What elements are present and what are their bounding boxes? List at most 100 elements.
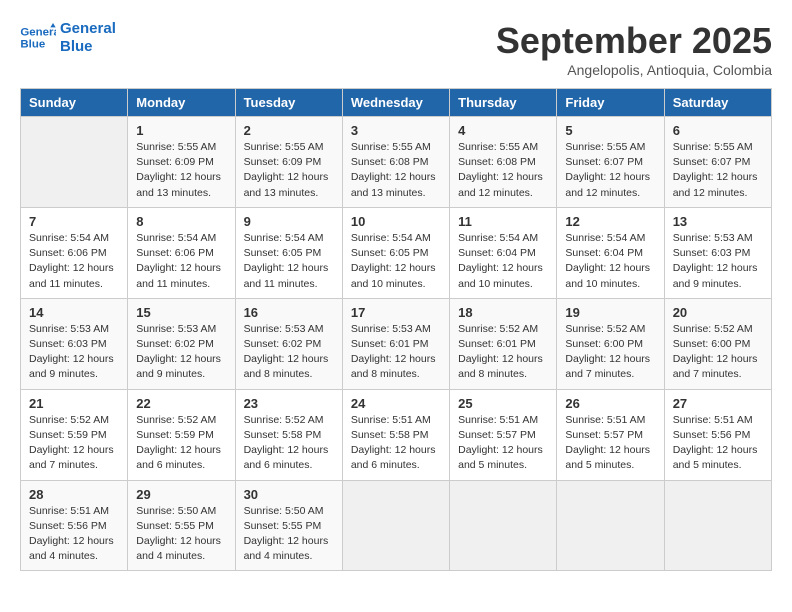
calendar-cell: 22 Sunrise: 5:52 AM Sunset: 5:59 PM Dayli… <box>128 389 235 480</box>
logo-icon: General Blue <box>20 23 56 53</box>
day-info: Sunrise: 5:50 AM Sunset: 5:55 PM Dayligh… <box>136 504 226 565</box>
calendar-cell: 12 Sunrise: 5:54 AM Sunset: 6:04 PM Dayli… <box>557 207 664 298</box>
day-number: 9 <box>244 214 334 229</box>
day-number: 21 <box>29 396 119 411</box>
day-info: Sunrise: 5:53 AM Sunset: 6:03 PM Dayligh… <box>673 231 763 292</box>
calendar-cell: 18 Sunrise: 5:52 AM Sunset: 6:01 PM Dayli… <box>450 298 557 389</box>
day-number: 30 <box>244 487 334 502</box>
day-number: 2 <box>244 123 334 138</box>
title-area: September 2025 Angelopolis, Antioquia, C… <box>496 20 772 78</box>
weekday-header-wednesday: Wednesday <box>342 89 449 117</box>
week-row-5: 28 Sunrise: 5:51 AM Sunset: 5:56 PM Dayli… <box>21 480 772 571</box>
day-info: Sunrise: 5:51 AM Sunset: 5:56 PM Dayligh… <box>673 413 763 474</box>
day-info: Sunrise: 5:52 AM Sunset: 6:00 PM Dayligh… <box>673 322 763 383</box>
day-info: Sunrise: 5:54 AM Sunset: 6:06 PM Dayligh… <box>29 231 119 292</box>
day-info: Sunrise: 5:53 AM Sunset: 6:03 PM Dayligh… <box>29 322 119 383</box>
day-number: 28 <box>29 487 119 502</box>
day-info: Sunrise: 5:54 AM Sunset: 6:06 PM Dayligh… <box>136 231 226 292</box>
day-number: 10 <box>351 214 441 229</box>
calendar-cell: 15Sunrise: 5:53 AM Sunset: 6:02 PM Dayli… <box>128 298 235 389</box>
day-number: 26 <box>565 396 655 411</box>
calendar-cell: 8Sunrise: 5:54 AM Sunset: 6:06 PM Daylig… <box>128 207 235 298</box>
location-subtitle: Angelopolis, Antioquia, Colombia <box>496 62 772 78</box>
day-info: Sunrise: 5:55 AM Sunset: 6:08 PM Dayligh… <box>458 140 548 201</box>
week-row-2: 7 Sunrise: 5:54 AM Sunset: 6:06 PM Daylig… <box>21 207 772 298</box>
day-number: 19 <box>565 305 655 320</box>
day-info: Sunrise: 5:52 AM Sunset: 5:59 PM Dayligh… <box>29 413 119 474</box>
weekday-header-tuesday: Tuesday <box>235 89 342 117</box>
calendar-cell: 9 Sunrise: 5:54 AM Sunset: 6:05 PM Daylig… <box>235 207 342 298</box>
day-info: Sunrise: 5:54 AM Sunset: 6:05 PM Dayligh… <box>244 231 334 292</box>
day-number: 14 <box>29 305 119 320</box>
day-number: 4 <box>458 123 548 138</box>
day-info: Sunrise: 5:54 AM Sunset: 6:04 PM Dayligh… <box>565 231 655 292</box>
calendar-cell: 24 Sunrise: 5:51 AM Sunset: 5:58 PM Dayli… <box>342 389 449 480</box>
calendar-cell: 21 Sunrise: 5:52 AM Sunset: 5:59 PM Dayli… <box>21 389 128 480</box>
weekday-header-monday: Monday <box>128 89 235 117</box>
day-info: Sunrise: 5:50 AM Sunset: 5:55 PM Dayligh… <box>244 504 334 565</box>
svg-text:Blue: Blue <box>20 39 45 51</box>
calendar-cell: 20Sunrise: 5:52 AM Sunset: 6:00 PM Dayli… <box>664 298 771 389</box>
logo: General Blue General Blue <box>20 20 116 56</box>
calendar-cell: 2Sunrise: 5:55 AM Sunset: 6:09 PM Daylig… <box>235 117 342 208</box>
weekday-header-sunday: Sunday <box>21 89 128 117</box>
day-number: 3 <box>351 123 441 138</box>
calendar-cell: 4 Sunrise: 5:55 AM Sunset: 6:08 PM Daylig… <box>450 117 557 208</box>
weekday-header-thursday: Thursday <box>450 89 557 117</box>
day-number: 24 <box>351 396 441 411</box>
calendar-cell: 10 Sunrise: 5:54 AM Sunset: 6:05 PM Dayli… <box>342 207 449 298</box>
day-info: Sunrise: 5:51 AM Sunset: 5:57 PM Dayligh… <box>565 413 655 474</box>
month-title: September 2025 <box>496 20 772 62</box>
svg-text:General: General <box>20 26 56 38</box>
week-row-4: 21 Sunrise: 5:52 AM Sunset: 5:59 PM Dayli… <box>21 389 772 480</box>
day-number: 7 <box>29 214 119 229</box>
calendar-cell: 7 Sunrise: 5:54 AM Sunset: 6:06 PM Daylig… <box>21 207 128 298</box>
day-info: Sunrise: 5:51 AM Sunset: 5:58 PM Dayligh… <box>351 413 441 474</box>
day-number: 25 <box>458 396 548 411</box>
day-number: 23 <box>244 396 334 411</box>
day-info: Sunrise: 5:54 AM Sunset: 6:04 PM Dayligh… <box>458 231 548 292</box>
calendar-cell: 3 Sunrise: 5:55 AM Sunset: 6:08 PM Daylig… <box>342 117 449 208</box>
day-number: 12 <box>565 214 655 229</box>
day-info: Sunrise: 5:53 AM Sunset: 6:01 PM Dayligh… <box>351 322 441 383</box>
calendar-cell: 17 Sunrise: 5:53 AM Sunset: 6:01 PM Dayli… <box>342 298 449 389</box>
weekday-header-saturday: Saturday <box>664 89 771 117</box>
header: General Blue General Blue September 2025… <box>20 20 772 78</box>
calendar-cell: 14 Sunrise: 5:53 AM Sunset: 6:03 PM Dayli… <box>21 298 128 389</box>
day-number: 5 <box>565 123 655 138</box>
day-info: Sunrise: 5:54 AM Sunset: 6:05 PM Dayligh… <box>351 231 441 292</box>
calendar-cell: 11Sunrise: 5:54 AM Sunset: 6:04 PM Dayli… <box>450 207 557 298</box>
day-number: 22 <box>136 396 226 411</box>
weekday-header-row: SundayMondayTuesdayWednesdayThursdayFrid… <box>21 89 772 117</box>
calendar-cell: 30 Sunrise: 5:50 AM Sunset: 5:55 PM Dayli… <box>235 480 342 571</box>
day-number: 13 <box>673 214 763 229</box>
calendar-cell <box>557 480 664 571</box>
calendar-table: SundayMondayTuesdayWednesdayThursdayFrid… <box>20 88 772 571</box>
day-info: Sunrise: 5:55 AM Sunset: 6:09 PM Dayligh… <box>136 140 226 201</box>
day-info: Sunrise: 5:52 AM Sunset: 5:58 PM Dayligh… <box>244 413 334 474</box>
day-number: 27 <box>673 396 763 411</box>
calendar-cell: 28 Sunrise: 5:51 AM Sunset: 5:56 PM Dayli… <box>21 480 128 571</box>
day-info: Sunrise: 5:52 AM Sunset: 6:00 PM Dayligh… <box>565 322 655 383</box>
day-number: 18 <box>458 305 548 320</box>
calendar-cell: 27 Sunrise: 5:51 AM Sunset: 5:56 PM Dayli… <box>664 389 771 480</box>
day-info: Sunrise: 5:55 AM Sunset: 6:07 PM Dayligh… <box>565 140 655 201</box>
calendar-cell <box>450 480 557 571</box>
day-info: Sunrise: 5:51 AM Sunset: 5:56 PM Dayligh… <box>29 504 119 565</box>
day-info: Sunrise: 5:55 AM Sunset: 6:08 PM Dayligh… <box>351 140 441 201</box>
calendar-cell: 16Sunrise: 5:53 AM Sunset: 6:02 PM Dayli… <box>235 298 342 389</box>
day-info: Sunrise: 5:51 AM Sunset: 5:57 PM Dayligh… <box>458 413 548 474</box>
week-row-3: 14 Sunrise: 5:53 AM Sunset: 6:03 PM Dayli… <box>21 298 772 389</box>
calendar-cell: 29Sunrise: 5:50 AM Sunset: 5:55 PM Dayli… <box>128 480 235 571</box>
day-info: Sunrise: 5:53 AM Sunset: 6:02 PM Dayligh… <box>136 322 226 383</box>
day-info: Sunrise: 5:52 AM Sunset: 6:01 PM Dayligh… <box>458 322 548 383</box>
day-info: Sunrise: 5:52 AM Sunset: 5:59 PM Dayligh… <box>136 413 226 474</box>
logo-general: General <box>60 20 116 38</box>
calendar-cell: 23 Sunrise: 5:52 AM Sunset: 5:58 PM Dayli… <box>235 389 342 480</box>
day-number: 17 <box>351 305 441 320</box>
calendar-cell: 26 Sunrise: 5:51 AM Sunset: 5:57 PM Dayli… <box>557 389 664 480</box>
calendar-cell: 13 Sunrise: 5:53 AM Sunset: 6:03 PM Dayli… <box>664 207 771 298</box>
day-number: 16 <box>244 305 334 320</box>
calendar-cell: 5 Sunrise: 5:55 AM Sunset: 6:07 PM Daylig… <box>557 117 664 208</box>
calendar-cell <box>342 480 449 571</box>
